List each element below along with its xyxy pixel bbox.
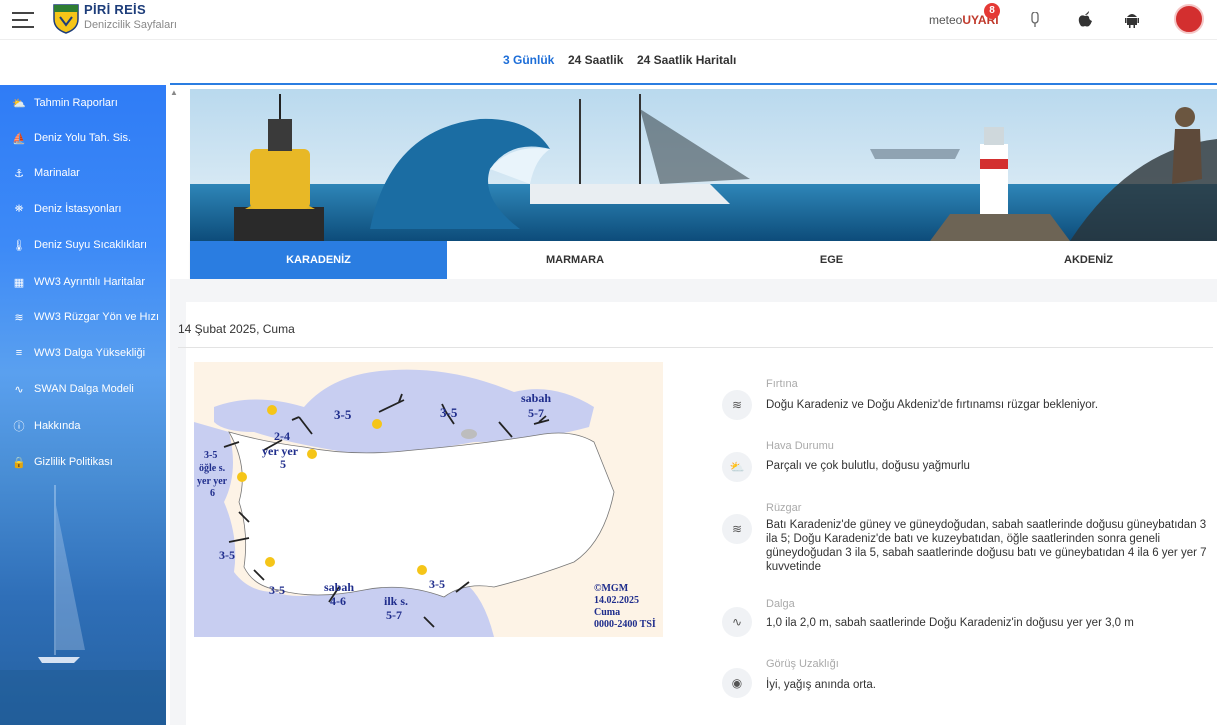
wave-icon: ∿	[722, 607, 752, 637]
wind-icon: ≋	[722, 514, 752, 544]
svg-text:3-5: 3-5	[219, 548, 235, 562]
tab-akdeniz[interactable]: AKDENİZ	[960, 241, 1217, 279]
info-text-ruzgar: Batı Karadeniz'de güney ve güneydoğudan,…	[766, 519, 1207, 573]
sidebar-item-marinalar[interactable]: ⚓ Marinalar	[10, 162, 160, 184]
notification-badge: 8	[984, 3, 1000, 19]
wave-model-icon: ∿	[14, 383, 24, 396]
eye-icon: ◉	[722, 668, 752, 698]
info-text-dalga: 1,0 ila 2,0 m, sabah saatlerinde Doğu Ka…	[766, 617, 1134, 629]
tab-karadeniz[interactable]: KARADENİZ	[190, 241, 447, 279]
tab-3-gunluk[interactable]: 3 Günlük	[503, 53, 554, 67]
weather-icon: ⛅	[12, 97, 26, 110]
svg-text:sabah: sabah	[521, 391, 551, 405]
station-icon: ⛯	[14, 202, 24, 215]
mgm-logo[interactable]	[1174, 4, 1204, 34]
svg-text:3-5: 3-5	[204, 450, 217, 461]
tab-24-saatlik[interactable]: 24 Saatlik	[568, 53, 623, 67]
brand-subtitle: Denizcilik Sayfaları	[84, 19, 177, 31]
svg-text:14.02.2025: 14.02.2025	[594, 595, 639, 606]
sidebar: ⛅ Tahmin Raporları ⛵ Deniz Yolu Tah. Sis. …	[0, 85, 166, 725]
android-icon[interactable]	[1125, 11, 1139, 28]
svg-text:3-5: 3-5	[334, 407, 352, 422]
svg-text:5-7: 5-7	[386, 608, 402, 622]
info-title-dalga: Dalga	[766, 598, 795, 610]
hamburger-menu-icon[interactable]	[12, 12, 34, 28]
sidebar-item-ww3-haritalar[interactable]: ▦ WW3 Ayrıntılı Haritalar	[10, 271, 160, 293]
region-tabs: KARADENİZ MARMARA EGE AKDENİZ	[190, 241, 1217, 279]
wave-height-icon: ≡	[15, 347, 23, 359]
apple-icon[interactable]	[1078, 11, 1092, 27]
tab-ege[interactable]: EGE	[703, 241, 960, 279]
scroll-up-arrow-icon[interactable]: ▲	[170, 88, 178, 97]
tab-24-saatlik-haritali[interactable]: 24 Saatlik Haritalı	[637, 53, 736, 67]
sidebar-item-deniz-suyu-sicakliklari[interactable]: 🌡 Deniz Suyu Sıcaklıkları	[10, 234, 160, 256]
svg-text:4-6: 4-6	[330, 594, 346, 608]
sidebar-item-deniz-istasyonlari[interactable]: ⛯ Deniz İstasyonları	[10, 198, 160, 220]
svg-text:sabah: sabah	[324, 580, 354, 594]
sidebar-item-ww3-ruzgar[interactable]: ≋ WW3 Rüzgar Yön ve Hızı	[10, 306, 160, 328]
info-title-hava-durumu: Hava Durumu	[766, 440, 834, 452]
info-title-firtina: Fırtına	[766, 378, 798, 390]
info-title-ruzgar: Rüzgar	[766, 502, 802, 514]
sidebar-item-gizlilik[interactable]: 🔒 Gizlilik Politikası	[10, 451, 160, 473]
forecast-date: 14 Şubat 2025, Cuma	[178, 322, 295, 336]
forecast-map-image: 3-5 3-5 sabah 5-7 2-4 yer yer 5 3-5 öğle…	[194, 362, 663, 637]
info-title-gorus: Görüş Uzaklığı	[766, 658, 839, 670]
weather-icon: ⛅	[722, 452, 752, 482]
help-icon: ⓘ	[13, 421, 25, 433]
divider	[178, 347, 1213, 348]
wind-icon: ≋	[14, 311, 24, 324]
ship-route-icon: ⛵	[12, 132, 26, 145]
svg-text:5-7: 5-7	[528, 406, 544, 420]
sidebar-item-ww3-dalga[interactable]: ≡ WW3 Dalga Yüksekliği	[10, 342, 160, 364]
svg-text:2-4: 2-4	[274, 429, 290, 443]
svg-text:yer yer: yer yer	[262, 444, 299, 458]
tab-marmara[interactable]: MARMARA	[447, 241, 703, 279]
sailboat-background-image	[0, 485, 166, 725]
svg-text:©MGM: ©MGM	[594, 583, 629, 594]
svg-text:öğle s.: öğle s.	[199, 463, 226, 474]
sidebar-item-deniz-yolu[interactable]: ⛵ Deniz Yolu Tah. Sis.	[10, 127, 160, 149]
info-text-gorus: İyi, yağış anında orta.	[766, 679, 876, 691]
tab-underline	[170, 83, 1217, 85]
top-header: PİRİ REİS Denizcilik Sayfaları meteoUYAR…	[0, 0, 1217, 40]
svg-text:5: 5	[280, 457, 286, 471]
info-text-firtina: Doğu Karadeniz ve Doğu Akdeniz'de fırtın…	[766, 399, 1099, 411]
map-icon: ▦	[13, 276, 25, 289]
forecast-period-tabs: 3 Günlük 24 Saatlik 24 Saatlik Haritalı	[0, 40, 1217, 84]
svg-text:6: 6	[210, 488, 215, 499]
svg-text:3-5: 3-5	[429, 577, 445, 591]
microphone-icon[interactable]	[1030, 12, 1040, 28]
sidebar-item-swan[interactable]: ∿ SWAN Dalga Modeli	[10, 378, 160, 400]
svg-text:ilk s.: ilk s.	[384, 594, 408, 608]
sidebar-item-hakkinda[interactable]: ⓘ Hakkında	[10, 415, 160, 437]
svg-text:yer yer: yer yer	[197, 476, 228, 487]
info-text-hava-durumu: Parçalı ve çok bulutlu, doğusu yağmurlu	[766, 460, 970, 472]
svg-text:0000-2400 TSİ: 0000-2400 TSİ	[594, 618, 656, 630]
marina-icon: ⚓	[14, 167, 24, 180]
lock-icon: 🔒	[12, 456, 26, 469]
svg-text:3-5: 3-5	[269, 583, 285, 597]
piri-reis-logo[interactable]	[52, 3, 80, 35]
maritime-banner-image	[190, 89, 1217, 241]
storm-wind-icon: ≋	[722, 390, 752, 420]
svg-text:Cuma: Cuma	[594, 607, 620, 618]
brand-title: PİRİ REİS	[84, 2, 146, 17]
thermometer-icon: 🌡	[12, 239, 26, 252]
sidebar-item-tahmin-raporlari[interactable]: ⛅ Tahmin Raporları	[10, 92, 160, 114]
svg-text:3-5: 3-5	[440, 405, 458, 420]
